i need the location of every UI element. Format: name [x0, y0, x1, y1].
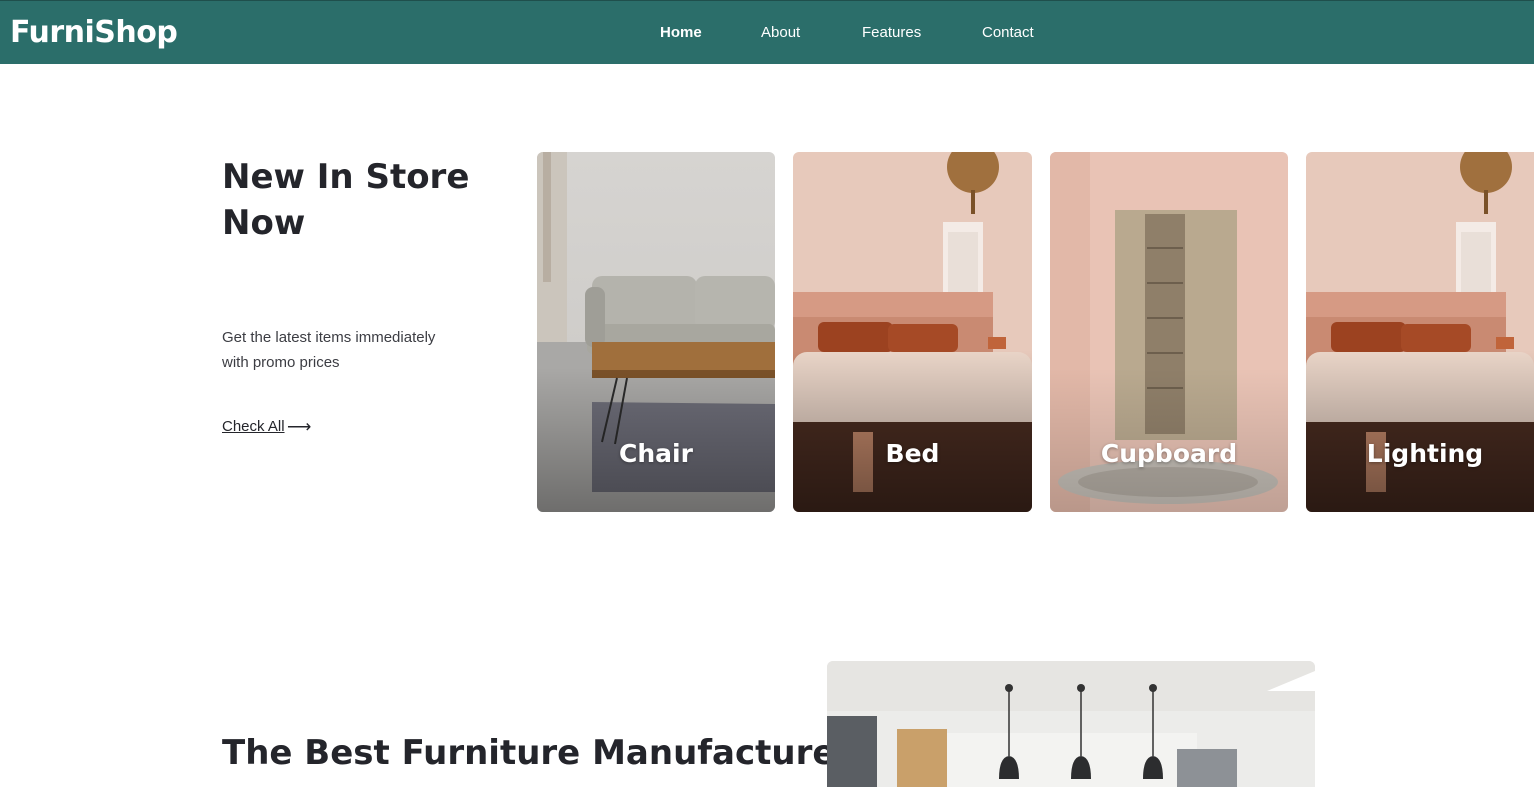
top-navbar: FurniShop Home About Features Contact	[0, 0, 1534, 64]
kitchen-pendant-lights-image	[827, 661, 1315, 787]
category-card-bed[interactable]: Bed	[793, 152, 1032, 512]
category-card-chair[interactable]: Chair	[537, 152, 775, 512]
category-label-bed: Bed	[885, 439, 940, 468]
category-label-chair: Chair	[619, 439, 693, 468]
kitchen-image	[827, 661, 1315, 787]
arrow-right-icon[interactable]: ⟶	[287, 418, 311, 436]
category-label-cupboard: Cupboard	[1100, 439, 1238, 468]
nav-features-link[interactable]: Features	[862, 24, 921, 41]
category-card-lighting[interactable]: Lighting	[1306, 152, 1534, 512]
brand-logo[interactable]: FurniShop	[10, 15, 178, 50]
new-in-store-heading: New In Store Now	[222, 157, 470, 243]
nav-about-link[interactable]: About	[761, 24, 800, 41]
nav-contact-link[interactable]: Contact	[982, 24, 1034, 41]
best-furniture-heading: The Best Furniture Manufacturer Of Your …	[222, 733, 1145, 773]
nav-home-link[interactable]: Home	[660, 24, 702, 41]
category-card-cupboard[interactable]: Cupboard	[1050, 152, 1288, 512]
check-all-link[interactable]: Check All	[222, 418, 285, 435]
hero-subtext: Get the latest items immediately with pr…	[222, 329, 436, 371]
category-label-lighting: Lighting	[1366, 439, 1484, 468]
